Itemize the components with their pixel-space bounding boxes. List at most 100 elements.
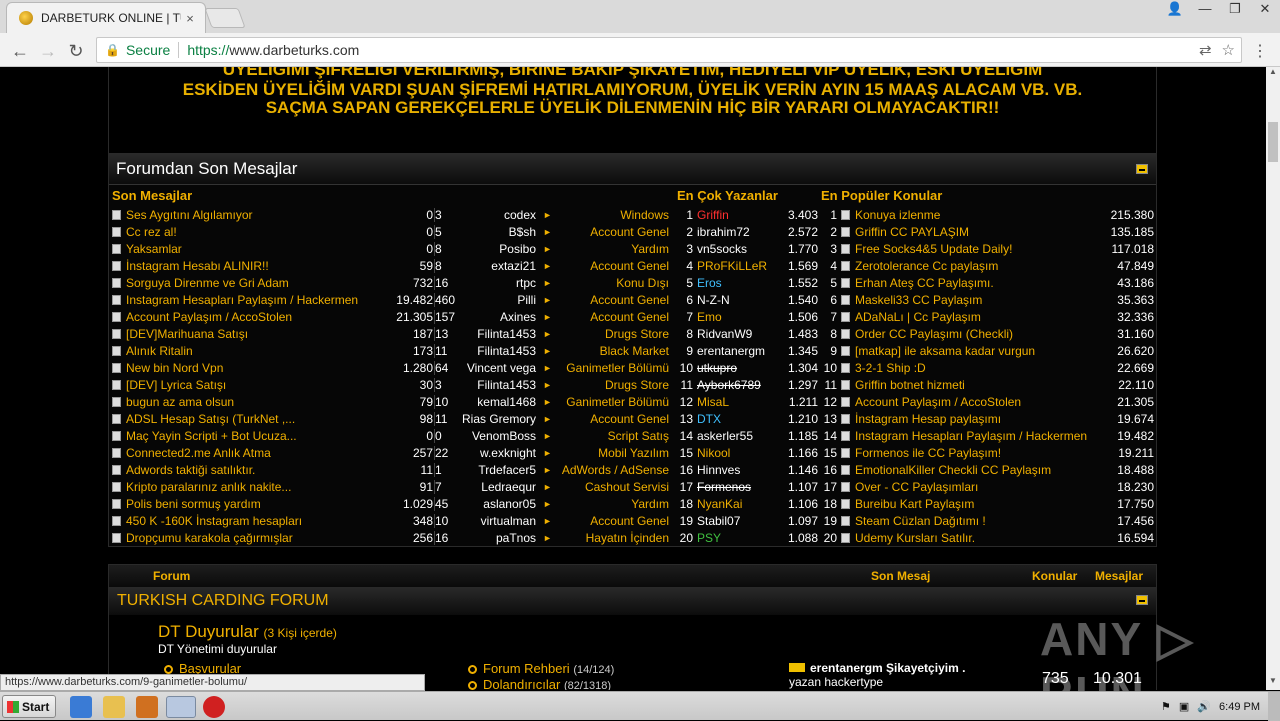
tray-network-icon[interactable]: ▣ <box>1179 700 1189 713</box>
popular-topic-link[interactable]: Bureibu Kart Paylaşım <box>855 497 1105 511</box>
maximize-icon[interactable]: ❐ <box>1220 0 1250 20</box>
recent-topic-link[interactable]: Cc rez al! <box>126 225 384 239</box>
category-link[interactable]: Mobil Yazılım <box>519 446 669 460</box>
category-link[interactable]: Ganimetler Bölümü <box>519 361 669 375</box>
top-poster-name[interactable]: NyanKai <box>697 497 742 511</box>
recent-topic-link[interactable]: Alınık Ritalin <box>126 344 384 358</box>
recent-topic-link[interactable]: Sorguya Direnme ve Gri Adam <box>126 276 384 290</box>
recent-topic-link[interactable]: 450 K -160K İnstagram hesapları <box>126 514 384 528</box>
category-link[interactable]: Ganimetler Bölümü <box>519 395 669 409</box>
category-link[interactable]: Yardım <box>519 242 669 256</box>
recent-topic-link[interactable]: Connected2.me Anlık Atma <box>126 446 384 460</box>
browser-tab[interactable]: DARBETURK ONLINE | TURK × <box>6 2 206 33</box>
top-poster-name[interactable]: N-Z-N <box>697 293 730 307</box>
category-link[interactable]: Account Genel <box>519 412 669 426</box>
category-link[interactable]: Cashout Servisi <box>519 480 669 494</box>
chrome-taskbar-icon[interactable] <box>166 696 196 718</box>
recent-topic-link[interactable]: Polis beni sormuş yardım <box>126 497 384 511</box>
forward-icon[interactable]: → <box>36 39 60 63</box>
popular-topic-link[interactable]: Konuya izlenme <box>855 208 1105 222</box>
subforum-rehber[interactable]: Forum Rehberi (14/124) <box>468 661 614 676</box>
popular-topic-link[interactable]: ADaNaLı | Cc Paylaşım <box>855 310 1105 324</box>
top-poster-name[interactable]: RidvanW9 <box>697 327 752 341</box>
top-poster-name[interactable]: Aybork6789 <box>697 378 761 392</box>
popular-topic-link[interactable]: Griffin botnet hizmeti <box>855 378 1105 392</box>
back-icon[interactable]: ← <box>8 39 32 63</box>
recent-topic-link[interactable]: Yaksamlar <box>126 242 384 256</box>
recent-topic-link[interactable]: Ses Aygıtını Algılamıyor <box>126 208 384 222</box>
popular-topic-link[interactable]: Formenos ile CC Paylaşım! <box>855 446 1105 460</box>
page-scrollbar[interactable]: ▲ ▼ <box>1266 67 1280 690</box>
category-link[interactable]: Black Market <box>519 344 669 358</box>
browser-menu-icon[interactable]: ⋮ <box>1252 41 1268 61</box>
top-poster-name[interactable]: Emo <box>697 310 722 324</box>
explorer-icon[interactable] <box>103 696 125 718</box>
top-poster-name[interactable]: Formenos <box>697 480 751 494</box>
category-link[interactable]: Account Genel <box>519 225 669 239</box>
popular-topic-link[interactable]: 3-2-1 Ship :D <box>855 361 1105 375</box>
popular-topic-link[interactable]: Order CC Paylaşımı (Checkli) <box>855 327 1105 341</box>
popular-topic-link[interactable]: Over - CC Paylaşımları <box>855 480 1105 494</box>
top-poster-name[interactable]: utkupro <box>697 361 737 375</box>
scroll-thumb[interactable] <box>1268 122 1278 162</box>
top-poster-name[interactable]: ibrahim72 <box>697 225 750 239</box>
popular-topic-link[interactable]: Instagram Hesapları Paylaşım / Hackermen <box>855 429 1105 443</box>
popular-topic-link[interactable]: Griffin CC PAYLAŞIM <box>855 225 1105 239</box>
recent-topic-link[interactable]: New bin Nord Vpn <box>126 361 384 375</box>
new-tab-button[interactable] <box>204 8 246 28</box>
minimize-icon[interactable]: — <box>1190 0 1220 20</box>
start-button[interactable]: Start <box>2 695 56 718</box>
category-link[interactable]: AdWords / AdSense <box>519 463 669 477</box>
recent-topic-link[interactable]: Instagram Hesapları Paylaşım / Hackermen <box>126 293 384 307</box>
category-collapse-icon[interactable] <box>1136 595 1148 605</box>
forum-link[interactable]: DT Duyurular <box>158 622 259 641</box>
category-link[interactable]: Account Genel <box>519 293 669 307</box>
popular-topic-link[interactable]: Steam Cüzlan Dağıtımı ! <box>855 514 1105 528</box>
popular-topic-link[interactable]: Maskeli33 CC Paylaşım <box>855 293 1105 307</box>
top-poster-name[interactable]: Stabil07 <box>697 514 740 528</box>
popular-topic-link[interactable]: [matkap] ile aksama kadar vurgun <box>855 344 1105 358</box>
last-post-title[interactable]: erentanergm Şikayetçiyim . <box>789 661 965 675</box>
top-poster-name[interactable]: MisaL <box>697 395 729 409</box>
top-poster-name[interactable]: erentanergm <box>697 344 765 358</box>
tab-close-icon[interactable]: × <box>181 11 199 26</box>
recent-topic-link[interactable]: [DEV] Lyrica Satışı <box>126 378 384 392</box>
tray-flag-icon[interactable]: ⚑ <box>1161 700 1171 713</box>
recent-topic-link[interactable]: Maç Yayin Scripti + Bot Ucuza... <box>126 429 384 443</box>
category-title[interactable]: TURKISH CARDING FORUM <box>117 592 329 610</box>
top-poster-name[interactable]: askerler55 <box>697 429 753 443</box>
ie-icon[interactable] <box>70 696 92 718</box>
popular-topic-link[interactable]: İnstagram Hesap paylaşımı <box>855 412 1105 426</box>
recent-topic-link[interactable]: [DEV]Marihuana Satışı <box>126 327 384 341</box>
recent-topic-link[interactable]: ADSL Hesap Satışı (TurkNet ,... <box>126 412 384 426</box>
popular-topic-link[interactable]: Zerotolerance Cc paylaşım <box>855 259 1105 273</box>
top-poster-name[interactable]: vn5socks <box>697 242 747 256</box>
category-link[interactable]: Account Genel <box>519 514 669 528</box>
recent-topic-link[interactable]: bugun az ama olsun <box>126 395 384 409</box>
media-player-icon[interactable] <box>136 696 158 718</box>
category-link[interactable]: Yardım <box>519 497 669 511</box>
popular-topic-link[interactable]: Erhan Ateş CC Paylaşımı. <box>855 276 1105 290</box>
recent-topic-link[interactable]: Adwords taktiği satılıktır. <box>126 463 384 477</box>
category-link[interactable]: Account Genel <box>519 310 669 324</box>
top-poster-name[interactable]: PRoFKiLLeR <box>697 259 767 273</box>
bookmark-star-icon[interactable]: ☆ <box>1222 41 1235 59</box>
reload-icon[interactable]: ↻ <box>64 39 88 63</box>
stop-icon[interactable] <box>203 696 225 718</box>
category-link[interactable]: Hayatın İçinden <box>519 531 669 545</box>
popular-topic-link[interactable]: EmotionalKiller Checkli CC Paylaşım <box>855 463 1105 477</box>
category-link[interactable]: Drugs Store <box>519 327 669 341</box>
scroll-up-icon[interactable]: ▲ <box>1266 67 1280 81</box>
top-poster-name[interactable]: PSY <box>697 531 721 545</box>
recent-topic-link[interactable]: Account Paylaşım / AccoStolen <box>126 310 384 324</box>
top-poster-name[interactable]: Hinnves <box>697 463 740 477</box>
collapse-icon[interactable] <box>1136 164 1148 174</box>
category-link[interactable]: Drugs Store <box>519 378 669 392</box>
top-poster-name[interactable]: Griffin <box>697 208 729 222</box>
popular-topic-link[interactable]: Free Socks4&5 Update Daily! <box>855 242 1105 256</box>
translate-icon[interactable]: ⇄ <box>1199 41 1212 59</box>
category-link[interactable]: Windows <box>519 208 669 222</box>
recent-topic-link[interactable]: Kripto paralarınız anlık nakite... <box>126 480 384 494</box>
close-window-icon[interactable]: ✕ <box>1250 0 1280 20</box>
user-icon[interactable]: 👤 <box>1160 0 1190 20</box>
